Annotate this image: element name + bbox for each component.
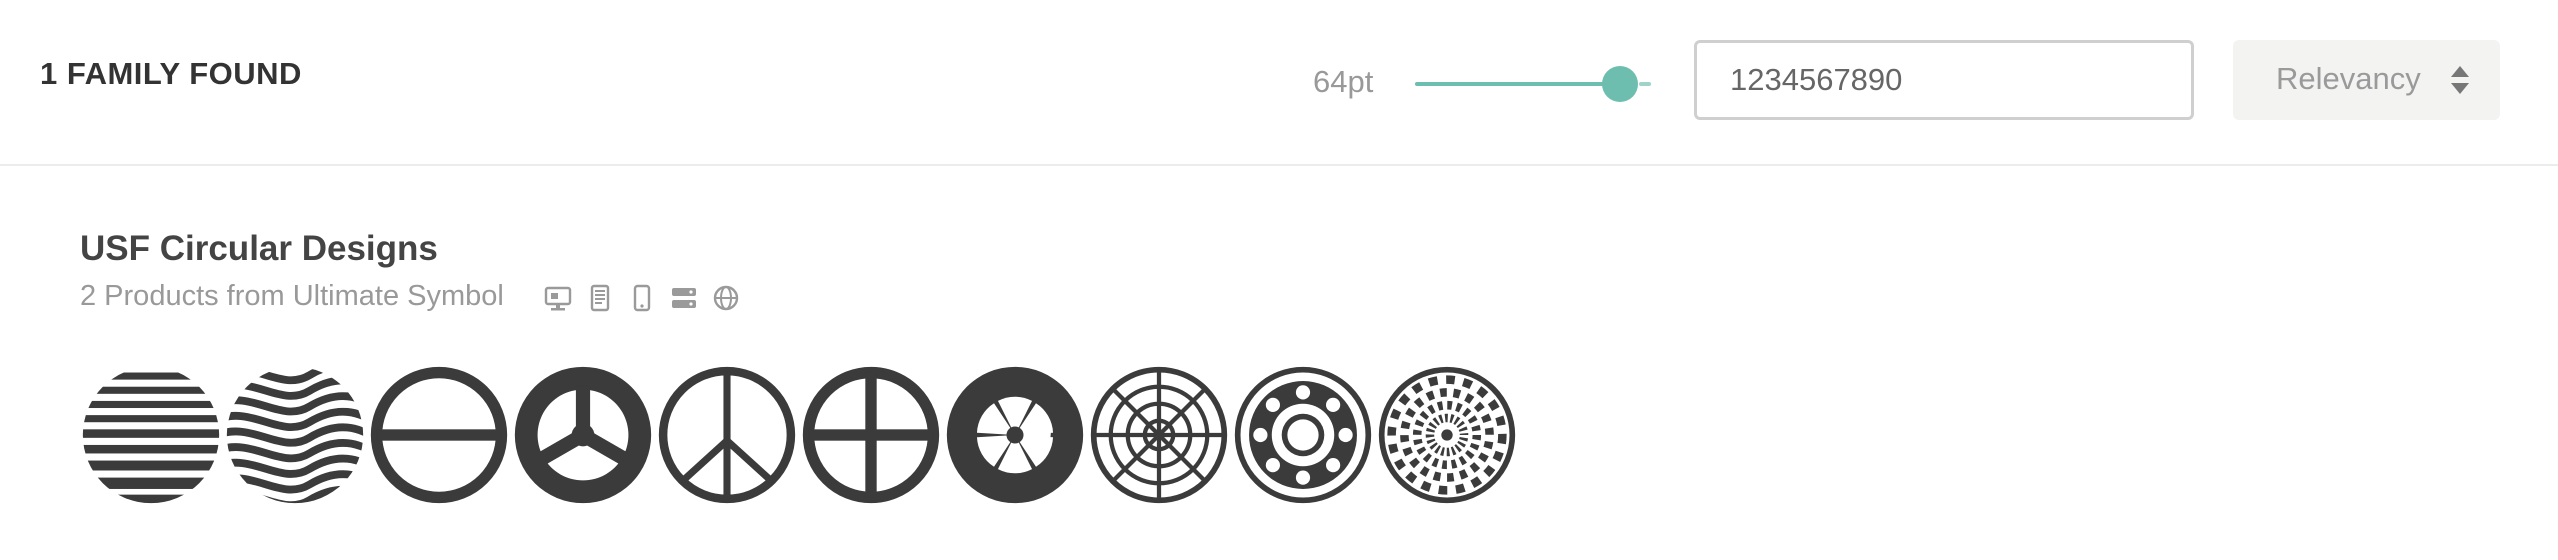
font-preview-glyphs[interactable] xyxy=(80,364,1518,506)
slider-track-remaining xyxy=(1639,82,1651,86)
theta-circle-icon xyxy=(370,366,508,504)
peace-outline-circle-icon xyxy=(658,366,796,504)
mobile-app-icon xyxy=(633,284,651,312)
results-count: 1 FAMILY FOUND xyxy=(40,56,302,91)
family-name-link[interactable]: USF Circular Designs xyxy=(80,229,438,269)
web-icon xyxy=(713,285,739,311)
sort-selected-value: Relevancy xyxy=(2276,61,2421,96)
peace-solid-circle-icon xyxy=(514,366,652,504)
cross-circle-icon xyxy=(802,366,940,504)
server-icon xyxy=(672,288,696,308)
family-products-info: 2 Products from Ultimate Symbol xyxy=(80,280,504,312)
preview-text-input[interactable] xyxy=(1694,40,2194,120)
platform-icons xyxy=(543,280,741,316)
desktop-icon xyxy=(544,286,572,311)
sort-dropdown[interactable]: Relevancy xyxy=(2233,40,2500,120)
dartboard-icon xyxy=(1378,366,1516,504)
bearing-circle-icon xyxy=(1234,366,1372,504)
font-size-label: 64pt xyxy=(1313,64,1374,99)
results-toolbar: 1 FAMILY FOUND 64pt Relevancy xyxy=(0,0,2558,166)
horizontal-stripes-circle-icon xyxy=(82,372,220,504)
wavy-stripes-circle-icon xyxy=(226,366,364,504)
ebook-icon xyxy=(590,284,610,312)
spiderweb-circle-icon xyxy=(1090,366,1228,504)
font-search-results: 1 FAMILY FOUND 64pt Relevancy USF Circul… xyxy=(0,0,2558,560)
sort-arrows-icon xyxy=(2451,66,2469,94)
six-spoke-wheel-icon xyxy=(946,366,1084,504)
slider-thumb[interactable] xyxy=(1602,66,1638,102)
slider-track-filled xyxy=(1415,82,1617,86)
font-size-slider[interactable] xyxy=(1412,64,1656,104)
